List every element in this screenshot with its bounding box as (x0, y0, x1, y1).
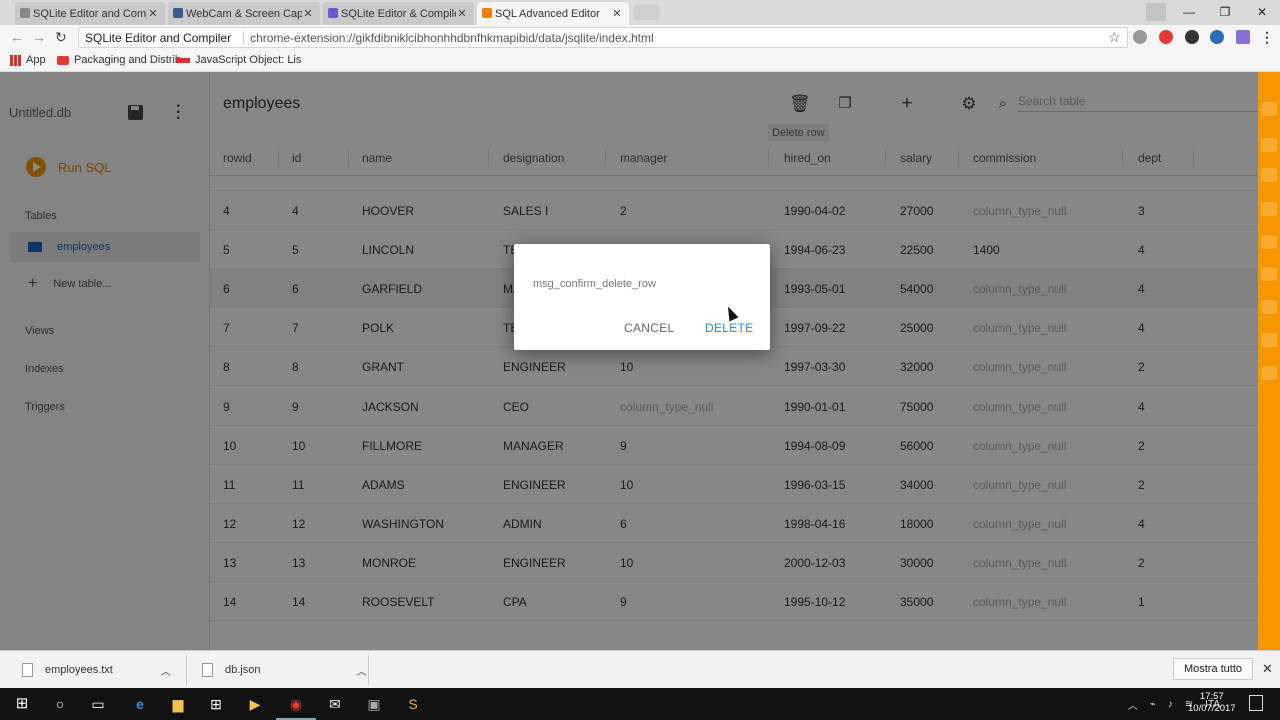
apps-grid-icon (10, 54, 21, 66)
address-bar[interactable]: SQLite Editor and Compiler chrome-extens… (78, 27, 1128, 48)
download-item-employees[interactable]: employees.txt ︿ (22, 659, 171, 681)
back-icon[interactable]: ← (10, 29, 24, 45)
favicon-icon (328, 8, 338, 18)
edit-icon[interactable] (1261, 267, 1277, 281)
tab-title: SQLite Editor & Compile (341, 7, 456, 20)
delete-button[interactable]: DELETE (705, 321, 753, 335)
store-icon[interactable]: ⊞ (206, 694, 226, 714)
favicon-icon (482, 8, 492, 18)
network-icon[interactable]: ⌁ (1150, 699, 1156, 710)
globe-extension-icon[interactable] (1210, 30, 1224, 44)
download-filename: employees.txt (45, 664, 113, 676)
download-filename: db.json (225, 664, 261, 676)
bookmark-packaging[interactable]: Packaging and Distrib (57, 54, 181, 66)
clock[interactable]: 17:57 10/07/2017 (1188, 691, 1236, 715)
edge-icon[interactable]: e (130, 694, 150, 714)
clock-time: 17:57 (1199, 691, 1224, 702)
image-icon[interactable] (1261, 202, 1277, 216)
new-tab-button[interactable] (634, 5, 660, 20)
print-icon[interactable] (1261, 300, 1277, 314)
windows-start-icon[interactable]: ⊞ (12, 694, 32, 714)
tab-close-icon[interactable]: ✕ (302, 7, 314, 20)
downloads-bar: employees.txt ︿ db.json ︿ Mostra tutto ✕ (0, 650, 1280, 688)
chevron-up-icon[interactable]: ︿ (356, 663, 366, 678)
refresh-icon[interactable] (1261, 138, 1277, 152)
mail-icon[interactable]: ✉ (325, 694, 345, 714)
zoom-icon[interactable] (1261, 168, 1277, 182)
bookmark-label: JavaScript Object: Lis (195, 54, 302, 66)
tab-title: SQLite Editor and Compi (33, 7, 147, 20)
search-doc-icon[interactable] (1261, 235, 1277, 249)
tab-close-icon[interactable]: ✕ (611, 7, 623, 20)
forward-icon[interactable]: → (32, 29, 46, 45)
terminal-icon[interactable]: ▣ (364, 694, 384, 714)
extension-icon[interactable] (1133, 30, 1147, 44)
oracle-icon (176, 57, 190, 63)
browser-tab-strip: SQLite Editor and Compi ✕ WebCam & Screen … (0, 0, 1280, 25)
bookmarks-bar: App Packaging and Distrib JavaScript Obj… (0, 50, 1280, 72)
dialog-message: msg_confirm_delete_row (533, 278, 656, 290)
opera-icon[interactable] (1159, 30, 1173, 44)
chrome-menu-icon[interactable]: ⋮ (1260, 29, 1274, 46)
windows-taskbar: ⊞ ○ ▭ e ▆ ⊞ ▶ ◉ ✉ ▣ S ︿ ⌁ ♪ ≋ ITA 17:57 … (0, 688, 1280, 720)
maximize-icon[interactable]: ❐ (1210, 3, 1240, 21)
browser-tab[interactable]: SQLite Editor & Compile ✕ (323, 2, 474, 25)
window-close-icon[interactable]: ✕ (1247, 3, 1277, 21)
tab-close-icon[interactable]: ✕ (147, 7, 159, 20)
browser-tab[interactable]: WebCam & Screen Captu ✕ (168, 2, 320, 25)
tab-title: WebCam & Screen Captu (186, 7, 302, 20)
profile-icon[interactable] (1146, 3, 1166, 21)
purple-extension-icon[interactable] (1236, 30, 1250, 44)
divider (186, 655, 187, 685)
right-toolbar-strip (1258, 72, 1280, 650)
cloud-icon[interactable] (1261, 333, 1277, 347)
cancel-button[interactable]: CANCEL (624, 321, 674, 335)
bookmark-javascript[interactable]: JavaScript Object: Lis (176, 54, 301, 66)
sublime-icon[interactable]: S (403, 694, 423, 714)
browser-toolbar: ← → ↻ SQLite Editor and Compiler chrome-… (0, 25, 1280, 50)
reload-icon[interactable]: ↻ (55, 29, 67, 46)
task-view-icon[interactable]: ▭ (88, 694, 108, 714)
clock-date: 10/07/2017 (1188, 703, 1236, 714)
confirm-delete-dialog: msg_confirm_delete_row CANCEL DELETE (514, 244, 770, 350)
bookmark-label: Packaging and Distrib (74, 54, 182, 66)
extension-dark-icon[interactable] (1185, 30, 1199, 44)
minimize-icon[interactable]: — (1174, 3, 1204, 21)
download-item-db-json[interactable]: db.json ︿ (202, 659, 366, 681)
file-icon (202, 663, 213, 677)
omnibox-url: chrome-extension://gikfdibniklcibhonhhdb… (250, 30, 654, 45)
media-player-icon[interactable]: ▶ (245, 694, 265, 714)
tab-title: SQL Advanced Editor (495, 7, 600, 20)
divider (368, 655, 369, 685)
modal-backdrop[interactable] (0, 72, 1258, 650)
bookmark-app[interactable]: App (10, 54, 46, 66)
bookmark-label: App (26, 54, 46, 66)
omnibox-site-label: SQLite Editor and Compiler (85, 30, 232, 45)
chrome-icon[interactable]: ◉ (276, 694, 316, 720)
undo-icon[interactable] (1261, 102, 1277, 116)
favicon-icon (173, 8, 183, 18)
notifications-icon[interactable] (1249, 695, 1263, 711)
keyboard-icon[interactable] (1261, 366, 1277, 380)
volume-icon[interactable]: ♪ (1168, 699, 1173, 710)
bookmark-star-icon[interactable]: ☆ (1108, 29, 1121, 46)
chevron-up-icon[interactable]: ︿ (161, 663, 171, 678)
browser-tab[interactable]: SQL Advanced Editor ✕ (477, 2, 629, 25)
omnibox-divider (243, 30, 245, 45)
youtube-icon (57, 55, 69, 65)
close-icon[interactable]: ✕ (1262, 661, 1273, 677)
tab-close-icon[interactable]: ✕ (456, 7, 468, 20)
file-icon (22, 663, 33, 677)
browser-tab[interactable]: SQLite Editor and Compi ✕ (15, 2, 165, 25)
chevron-up-icon[interactable]: ︿ (1128, 697, 1138, 712)
file-explorer-icon[interactable]: ▆ (168, 694, 188, 714)
favicon-icon (20, 8, 30, 18)
cortana-icon[interactable]: ○ (50, 694, 70, 714)
show-all-button[interactable]: Mostra tutto (1173, 658, 1253, 680)
